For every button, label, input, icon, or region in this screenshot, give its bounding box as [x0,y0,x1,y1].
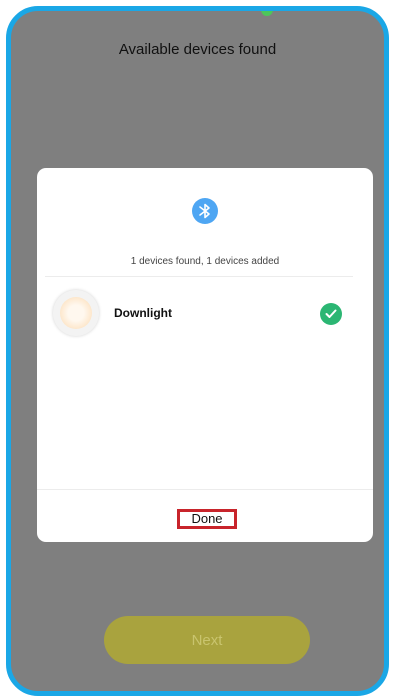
device-list-item[interactable]: Downlight [37,288,373,340]
done-button[interactable]: Done [177,509,237,529]
divider [37,489,373,490]
divider [45,276,353,277]
device-name: Downlight [114,306,172,320]
bluetooth-icon [192,198,218,224]
page-title: Available devices found [118,41,277,58]
phone-frame: Available devices found 1 devices found,… [6,6,389,696]
status-text: 1 devices found, 1 devices added [130,256,280,267]
downlight-icon [53,290,99,336]
status-dot [261,11,273,16]
next-button[interactable]: Next [104,616,310,664]
check-circle-icon [320,303,342,325]
devices-found-dialog: 1 devices found, 1 devices added Downlig… [37,168,373,542]
